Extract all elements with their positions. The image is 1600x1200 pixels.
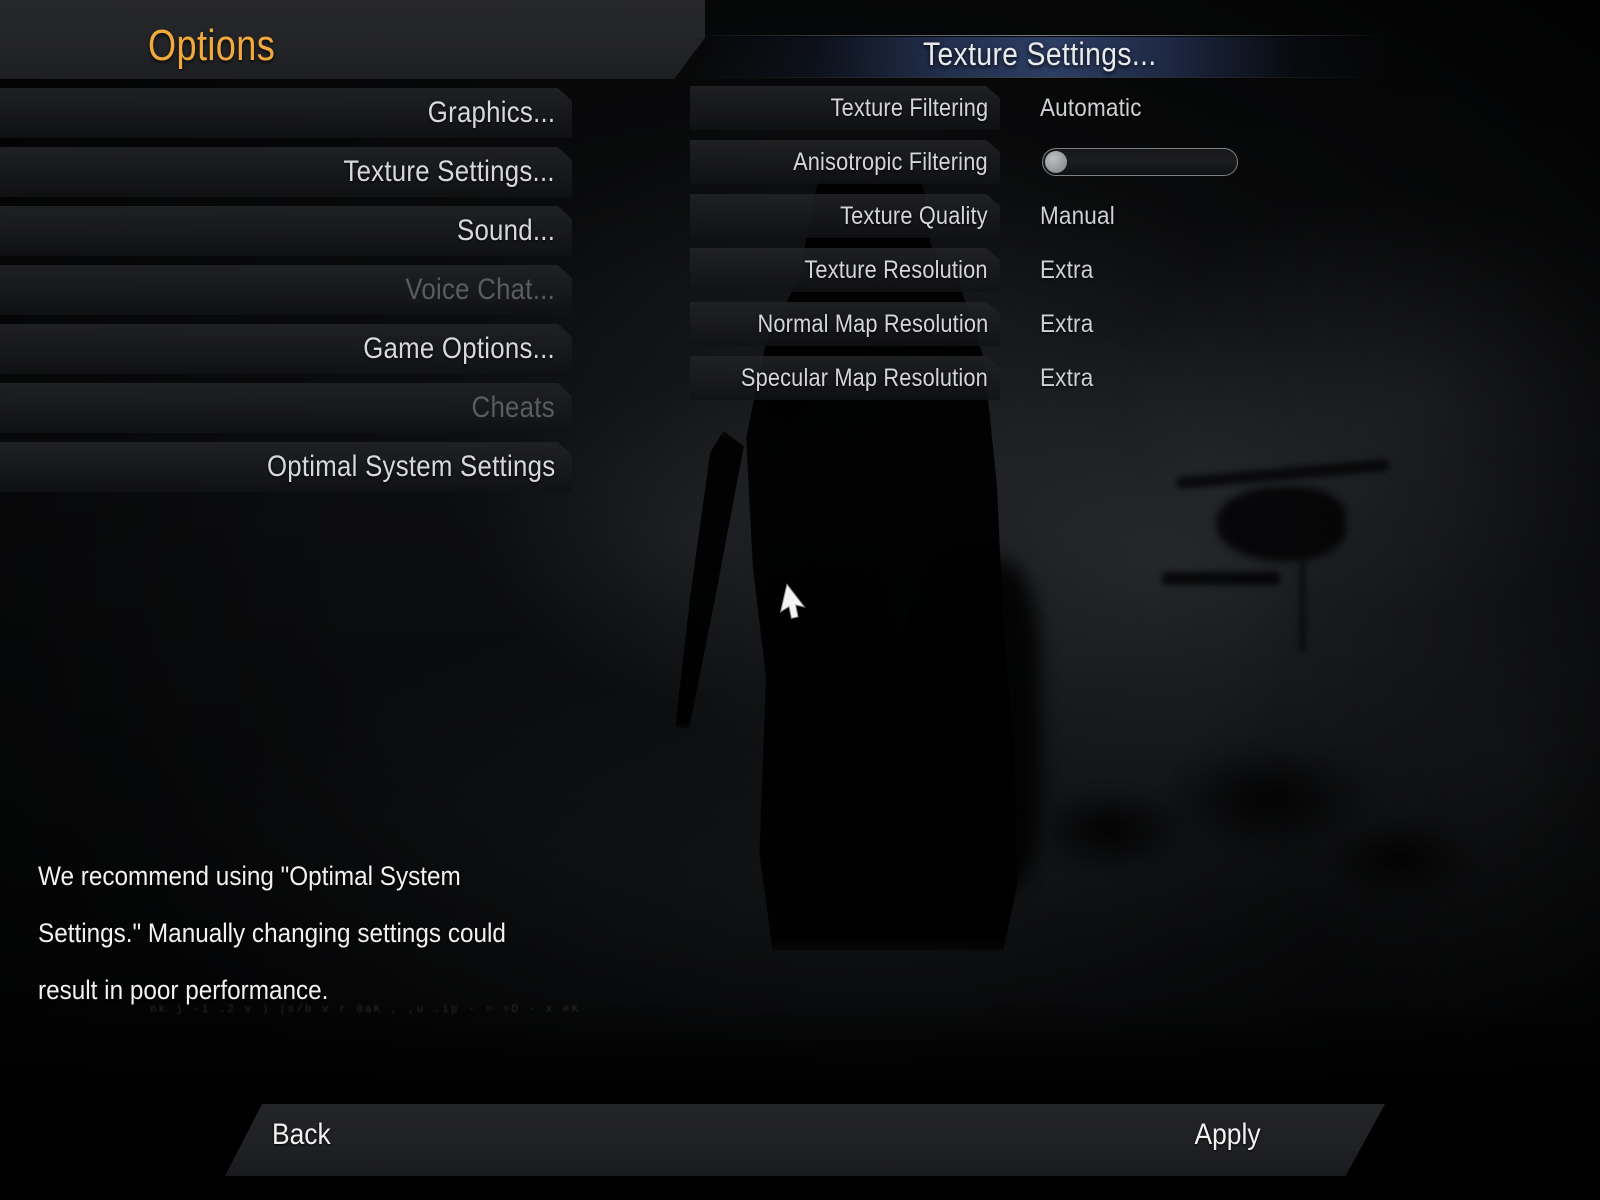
- setting-value-text: Manual: [1040, 201, 1115, 230]
- panel-title: Texture Settings...: [690, 36, 1390, 73]
- menu-item-cheats: Cheats: [0, 383, 572, 433]
- setting-value[interactable]: Automatic: [1040, 86, 1153, 130]
- menu-item-texture-settings[interactable]: Texture Settings...: [0, 147, 572, 197]
- setting-row-texture-filtering[interactable]: Texture Filtering Automatic: [690, 86, 1390, 130]
- menu-item-voice-chat: Voice Chat...: [0, 265, 572, 315]
- setting-label-text: Normal Map Resolution: [757, 309, 988, 338]
- helicopter-rotor-silhouette: [1175, 458, 1391, 490]
- setting-label: Texture Filtering: [690, 86, 1000, 130]
- anisotropic-filtering-slider[interactable]: [1042, 148, 1238, 176]
- setting-row-anisotropic-filtering[interactable]: Anisotropic Filtering: [690, 140, 1390, 184]
- recommendation-text: We recommend using "Optimal System Setti…: [38, 861, 506, 1005]
- antenna-silhouette: [1300, 560, 1305, 652]
- backpack-silhouette: [920, 560, 1040, 890]
- menu-item-sound[interactable]: Sound...: [0, 206, 572, 256]
- setting-label: Specular Map Resolution: [690, 356, 1000, 400]
- helicopter-tail-silhouette: [1162, 572, 1280, 585]
- setting-value[interactable]: Extra: [1040, 302, 1099, 346]
- apply-button-label: Apply: [1194, 1118, 1261, 1151]
- options-header-bar: [0, 0, 705, 79]
- setting-label-text: Texture Resolution: [804, 255, 988, 284]
- back-button[interactable]: Back: [268, 1118, 335, 1152]
- menu-item-optimal-system-settings[interactable]: Optimal System Settings: [0, 442, 572, 492]
- menu-item-label: Graphics...: [427, 96, 555, 129]
- menu-item-game-options[interactable]: Game Options...: [0, 324, 572, 374]
- menu-item-label: Game Options...: [363, 332, 555, 365]
- page-title: Options: [148, 21, 276, 70]
- setting-label-text: Texture Quality: [840, 201, 988, 230]
- settings-list: Texture Filtering Automatic Anisotropic …: [690, 86, 1390, 410]
- setting-row-normal-map-resolution[interactable]: Normal Map Resolution Extra: [690, 302, 1390, 346]
- helicopter-body-silhouette: [1216, 487, 1346, 561]
- menu-item-label: Voice Chat...: [405, 273, 555, 306]
- setting-value[interactable]: Extra: [1040, 248, 1099, 292]
- setting-value[interactable]: Manual: [1040, 194, 1123, 238]
- setting-value-text: Extra: [1040, 309, 1094, 338]
- setting-label: Anisotropic Filtering: [690, 140, 1000, 184]
- rifle-silhouette: [649, 426, 765, 733]
- recommendation-text-block: We recommend using "Optimal System Setti…: [38, 848, 558, 1019]
- setting-label: Normal Map Resolution: [690, 302, 1000, 346]
- menu-item-label: Optimal System Settings: [266, 450, 555, 483]
- setting-row-texture-resolution[interactable]: Texture Resolution Extra: [690, 248, 1390, 292]
- menu-item-label: Texture Settings...: [343, 155, 555, 188]
- setting-row-texture-quality[interactable]: Texture Quality Manual: [690, 194, 1390, 238]
- setting-value[interactable]: Extra: [1040, 356, 1099, 400]
- setting-value-text: Extra: [1040, 255, 1094, 284]
- menu-item-label: Sound...: [456, 214, 555, 247]
- menu-item-graphics[interactable]: Graphics...: [0, 88, 572, 138]
- setting-label-text: Specular Map Resolution: [740, 363, 988, 392]
- rubble-silhouette: [1050, 690, 1470, 900]
- setting-label: Texture Resolution: [690, 248, 1000, 292]
- panel-header: Texture Settings...: [690, 30, 1390, 78]
- setting-row-specular-map-resolution[interactable]: Specular Map Resolution Extra: [690, 356, 1390, 400]
- setting-value-text: Extra: [1040, 363, 1094, 392]
- options-menu: Graphics... Texture Settings... Sound...…: [0, 88, 572, 501]
- texture-settings-panel: Texture Settings... Texture Filtering Au…: [690, 30, 1390, 400]
- panel-header-bottom-rule: [690, 77, 1390, 78]
- panel-title-text: Texture Settings...: [923, 36, 1157, 72]
- setting-label: Texture Quality: [690, 194, 1000, 238]
- menu-item-label: Cheats: [471, 391, 555, 424]
- slider-knob[interactable]: [1045, 151, 1067, 173]
- setting-label-text: Anisotropic Filtering: [793, 147, 988, 176]
- setting-label-text: Texture Filtering: [830, 93, 988, 122]
- back-button-label: Back: [272, 1118, 331, 1151]
- setting-value-text: Automatic: [1040, 93, 1142, 122]
- apply-button[interactable]: Apply: [1190, 1118, 1265, 1152]
- game-options-screen: nk j -1 .2 v ) |s/b v r 0aK , ,u .ip - =…: [0, 0, 1600, 1200]
